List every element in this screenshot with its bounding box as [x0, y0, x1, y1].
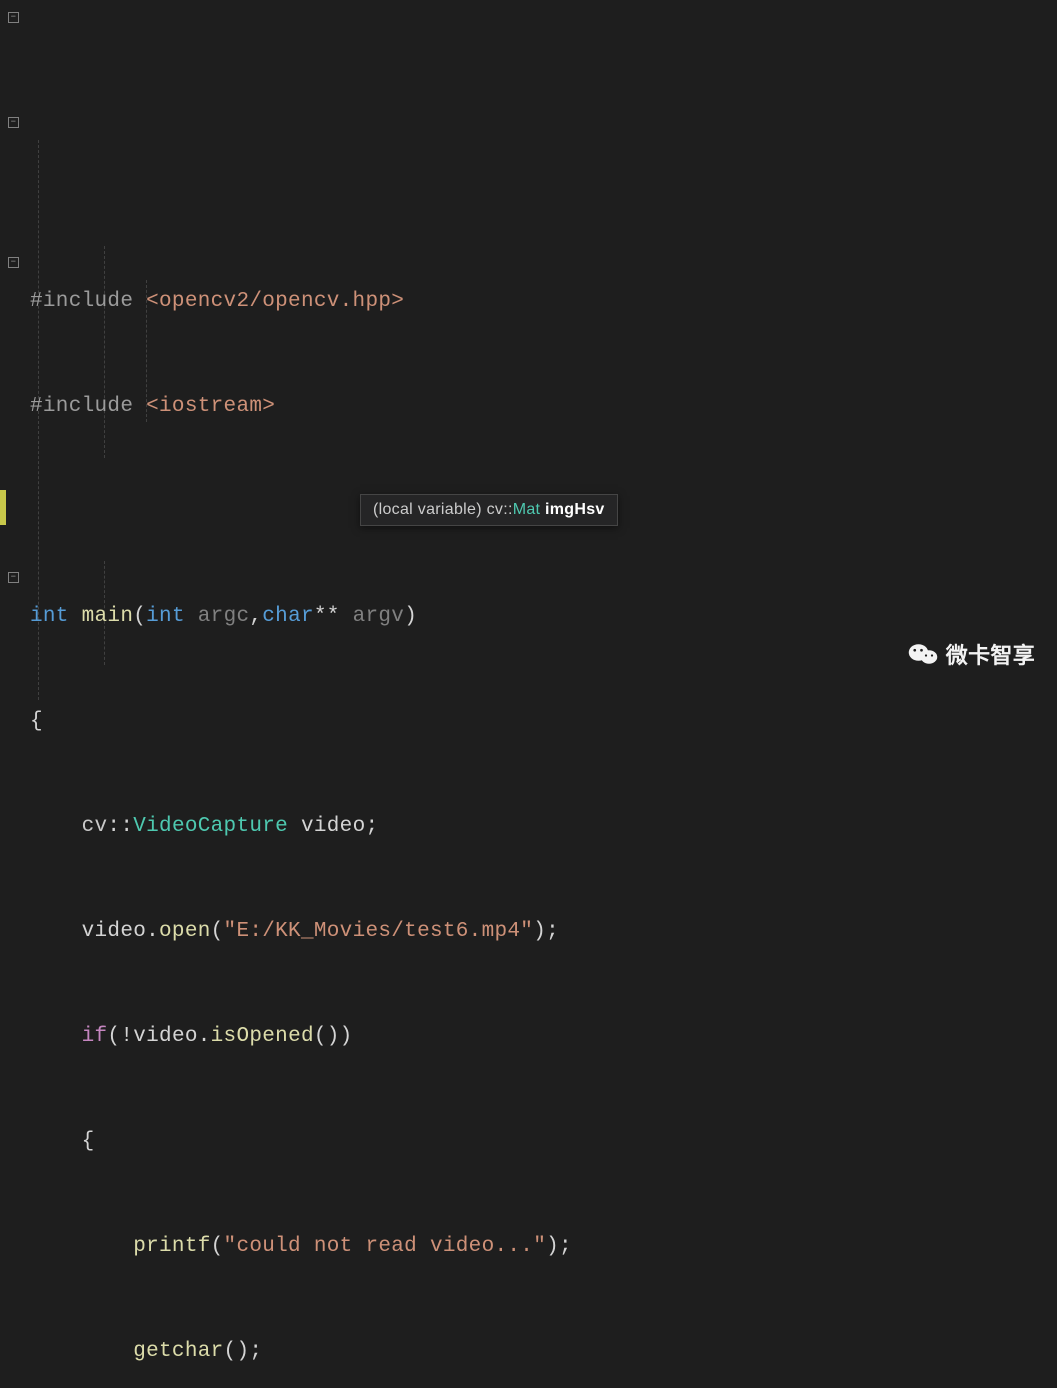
keyword: int	[30, 605, 69, 628]
code-area[interactable]: #include <opencv2/opencv.hpp> #include <…	[28, 0, 1057, 694]
watermark: 微卡智享	[908, 638, 1035, 670]
string-literal: "could not read video..."	[224, 1235, 547, 1258]
indent-guide	[104, 561, 105, 598]
tooltip-type: Mat	[513, 501, 541, 518]
change-marker	[0, 490, 6, 525]
hover-tooltip: (local variable) cv::Mat imgHsv	[360, 494, 618, 526]
watermark-text: 微卡智享	[946, 638, 1035, 670]
code-line[interactable]: getchar();	[30, 1334, 1057, 1369]
fold-toggle-icon[interactable]	[8, 12, 19, 23]
fold-toggle-icon[interactable]	[8, 572, 19, 583]
header-path: <opencv2/opencv.hpp>	[146, 290, 404, 313]
function-name: main	[69, 605, 134, 628]
class-name: VideoCapture	[133, 815, 288, 838]
code-line[interactable]: {	[30, 704, 1057, 739]
code-line[interactable]: #include <opencv2/opencv.hpp>	[30, 284, 1057, 319]
gutter	[0, 0, 28, 694]
code-line[interactable]: #include <iostream>	[30, 389, 1057, 424]
code-editor[interactable]: #include <opencv2/opencv.hpp> #include <…	[0, 0, 1057, 694]
keyword: if	[82, 1025, 108, 1048]
indent-guide	[104, 246, 105, 458]
tooltip-variable: imgHsv	[540, 501, 604, 518]
tooltip-kind: (local variable)	[373, 501, 487, 518]
code-line[interactable]: printf("could not read video...");	[30, 1229, 1057, 1264]
preproc: #include	[30, 395, 146, 418]
tooltip-namespace: cv::	[487, 501, 513, 518]
code-line[interactable]: cv::VideoCapture video;	[30, 809, 1057, 844]
code-line[interactable]: {	[30, 1124, 1057, 1159]
code-line[interactable]: video.open("E:/KK_Movies/test6.mp4");	[30, 914, 1057, 949]
wechat-icon	[908, 641, 938, 667]
fold-toggle-icon[interactable]	[8, 257, 19, 268]
header-path: <iostream>	[146, 395, 275, 418]
code-line[interactable]: if(!video.isOpened())	[30, 1019, 1057, 1054]
string-literal: "E:/KK_Movies/test6.mp4"	[224, 920, 534, 943]
code-line[interactable]: int main(int argc,char** argv)	[30, 599, 1057, 634]
fold-toggle-icon[interactable]	[8, 117, 19, 128]
preproc: #include	[30, 290, 146, 313]
